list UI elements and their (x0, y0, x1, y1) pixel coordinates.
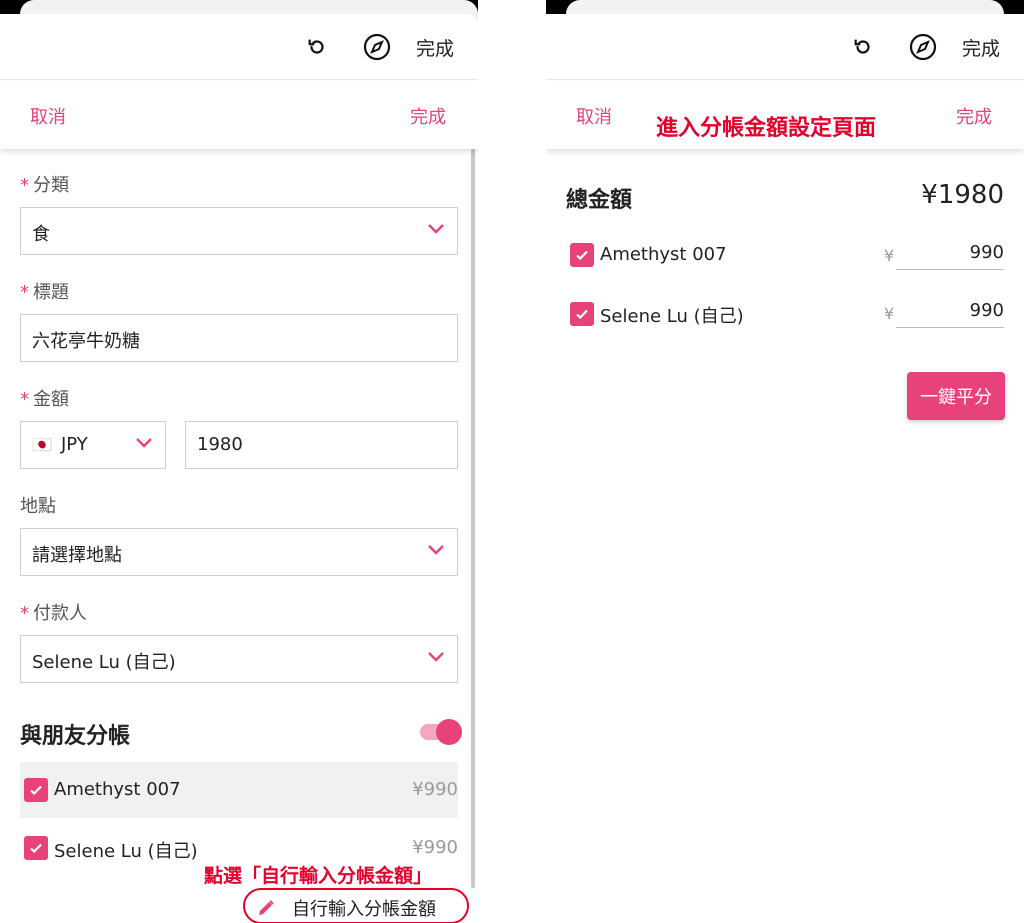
annotation-text: 進入分帳金額設定頁面 (656, 116, 877, 141)
custom-split-label: 自行輸入分帳金額 (292, 899, 436, 920)
cancel-button[interactable]: 取消 (576, 103, 612, 129)
form-nav-bar: 取消 完成 (0, 81, 478, 149)
category-label: * 分類 (20, 175, 69, 196)
checkbox-checked-icon[interactable] (570, 302, 594, 326)
chevron-down-icon (136, 438, 152, 448)
yen-symbol: ¥ (884, 304, 895, 323)
split-evenly-button[interactable]: 一鍵平分 (907, 372, 1005, 420)
category-select[interactable]: 食 (20, 207, 458, 255)
jp-flag-icon: 🇯🇵 (32, 435, 52, 454)
pencil-icon (259, 900, 274, 915)
annotation-text: 點選「自行輸入分帳金額」 (204, 865, 433, 887)
member-amount: ¥990 (412, 837, 458, 858)
chevron-down-icon (428, 545, 444, 555)
list-item[interactable]: Amethyst 007 ¥990 (20, 762, 458, 818)
currency-value: JPY (61, 434, 88, 455)
cancel-button[interactable]: 取消 (30, 103, 66, 129)
location-label: 地點 (20, 496, 56, 517)
refresh-icon[interactable] (302, 32, 332, 62)
yen-symbol: ¥ (884, 246, 895, 265)
member-amount-value: 990 (969, 242, 1004, 263)
title-label: * 標題 (20, 282, 69, 303)
location-select[interactable]: 請選擇地點 (20, 528, 458, 576)
checkbox-checked-icon[interactable] (570, 243, 594, 267)
member-amount-input[interactable]: 990 (896, 296, 1004, 328)
done-button[interactable]: 完成 (410, 103, 446, 129)
payer-label: * 付款人 (20, 603, 87, 624)
done-button[interactable]: 完成 (956, 103, 992, 129)
checkbox-checked-icon[interactable] (24, 836, 48, 860)
split-section-title: 與朋友分帳 (20, 724, 131, 749)
custom-split-button[interactable]: 自行輸入分帳金額 (256, 895, 436, 921)
scrollbar[interactable] (471, 82, 475, 888)
payer-value: Selene Lu (自己) (32, 652, 176, 673)
amount-value: 1980 (197, 434, 243, 455)
compass-icon[interactable] (908, 32, 938, 62)
currency-select[interactable]: 🇯🇵 JPY (20, 421, 166, 469)
member-name: Selene Lu (自己) (600, 306, 744, 327)
member-amount-value: 990 (969, 300, 1004, 321)
payer-select[interactable]: Selene Lu (自己) (20, 635, 458, 683)
expense-form-screen: 完成 取消 完成 * 分類 食 * 標題 六花亭牛奶糖 * 金額 🇯🇵 JPY 198… (0, 0, 478, 923)
browser-toolbar: 完成 (0, 14, 478, 80)
status-strip (0, 0, 478, 28)
member-name: Amethyst 007 (54, 779, 181, 800)
browser-done-button[interactable]: 完成 (416, 34, 454, 61)
compass-icon[interactable] (362, 32, 392, 62)
browser-done-button[interactable]: 完成 (962, 34, 1000, 61)
member-name: Amethyst 007 (600, 244, 727, 265)
amount-input[interactable]: 1980 (185, 421, 458, 469)
status-strip (546, 0, 1024, 28)
member-amount-input[interactable]: 990 (896, 238, 1004, 270)
location-value: 請選擇地點 (32, 545, 122, 566)
refresh-icon[interactable] (848, 32, 878, 62)
title-input[interactable]: 六花亭牛奶糖 (20, 314, 458, 362)
chevron-down-icon (428, 224, 444, 234)
total-label: 總金額 (566, 188, 633, 213)
panel-gap (478, 0, 546, 923)
amount-label: * 金額 (20, 389, 69, 410)
split-toggle[interactable] (420, 719, 462, 745)
checkbox-checked-icon[interactable] (24, 778, 48, 802)
title-value: 六花亭牛奶糖 (32, 331, 140, 352)
total-value: ¥1980 (921, 180, 1004, 210)
browser-toolbar: 完成 (546, 14, 1024, 80)
category-value: 食 (32, 224, 50, 245)
member-name: Selene Lu (自己) (54, 841, 198, 862)
chevron-down-icon (428, 652, 444, 662)
member-amount: ¥990 (412, 779, 458, 800)
split-nav-bar: 取消 進入分帳金額設定頁面 完成 (546, 81, 1024, 149)
split-amount-screen: 完成 取消 進入分帳金額設定頁面 完成 總金額 ¥1980 Amethyst 0… (546, 0, 1024, 923)
